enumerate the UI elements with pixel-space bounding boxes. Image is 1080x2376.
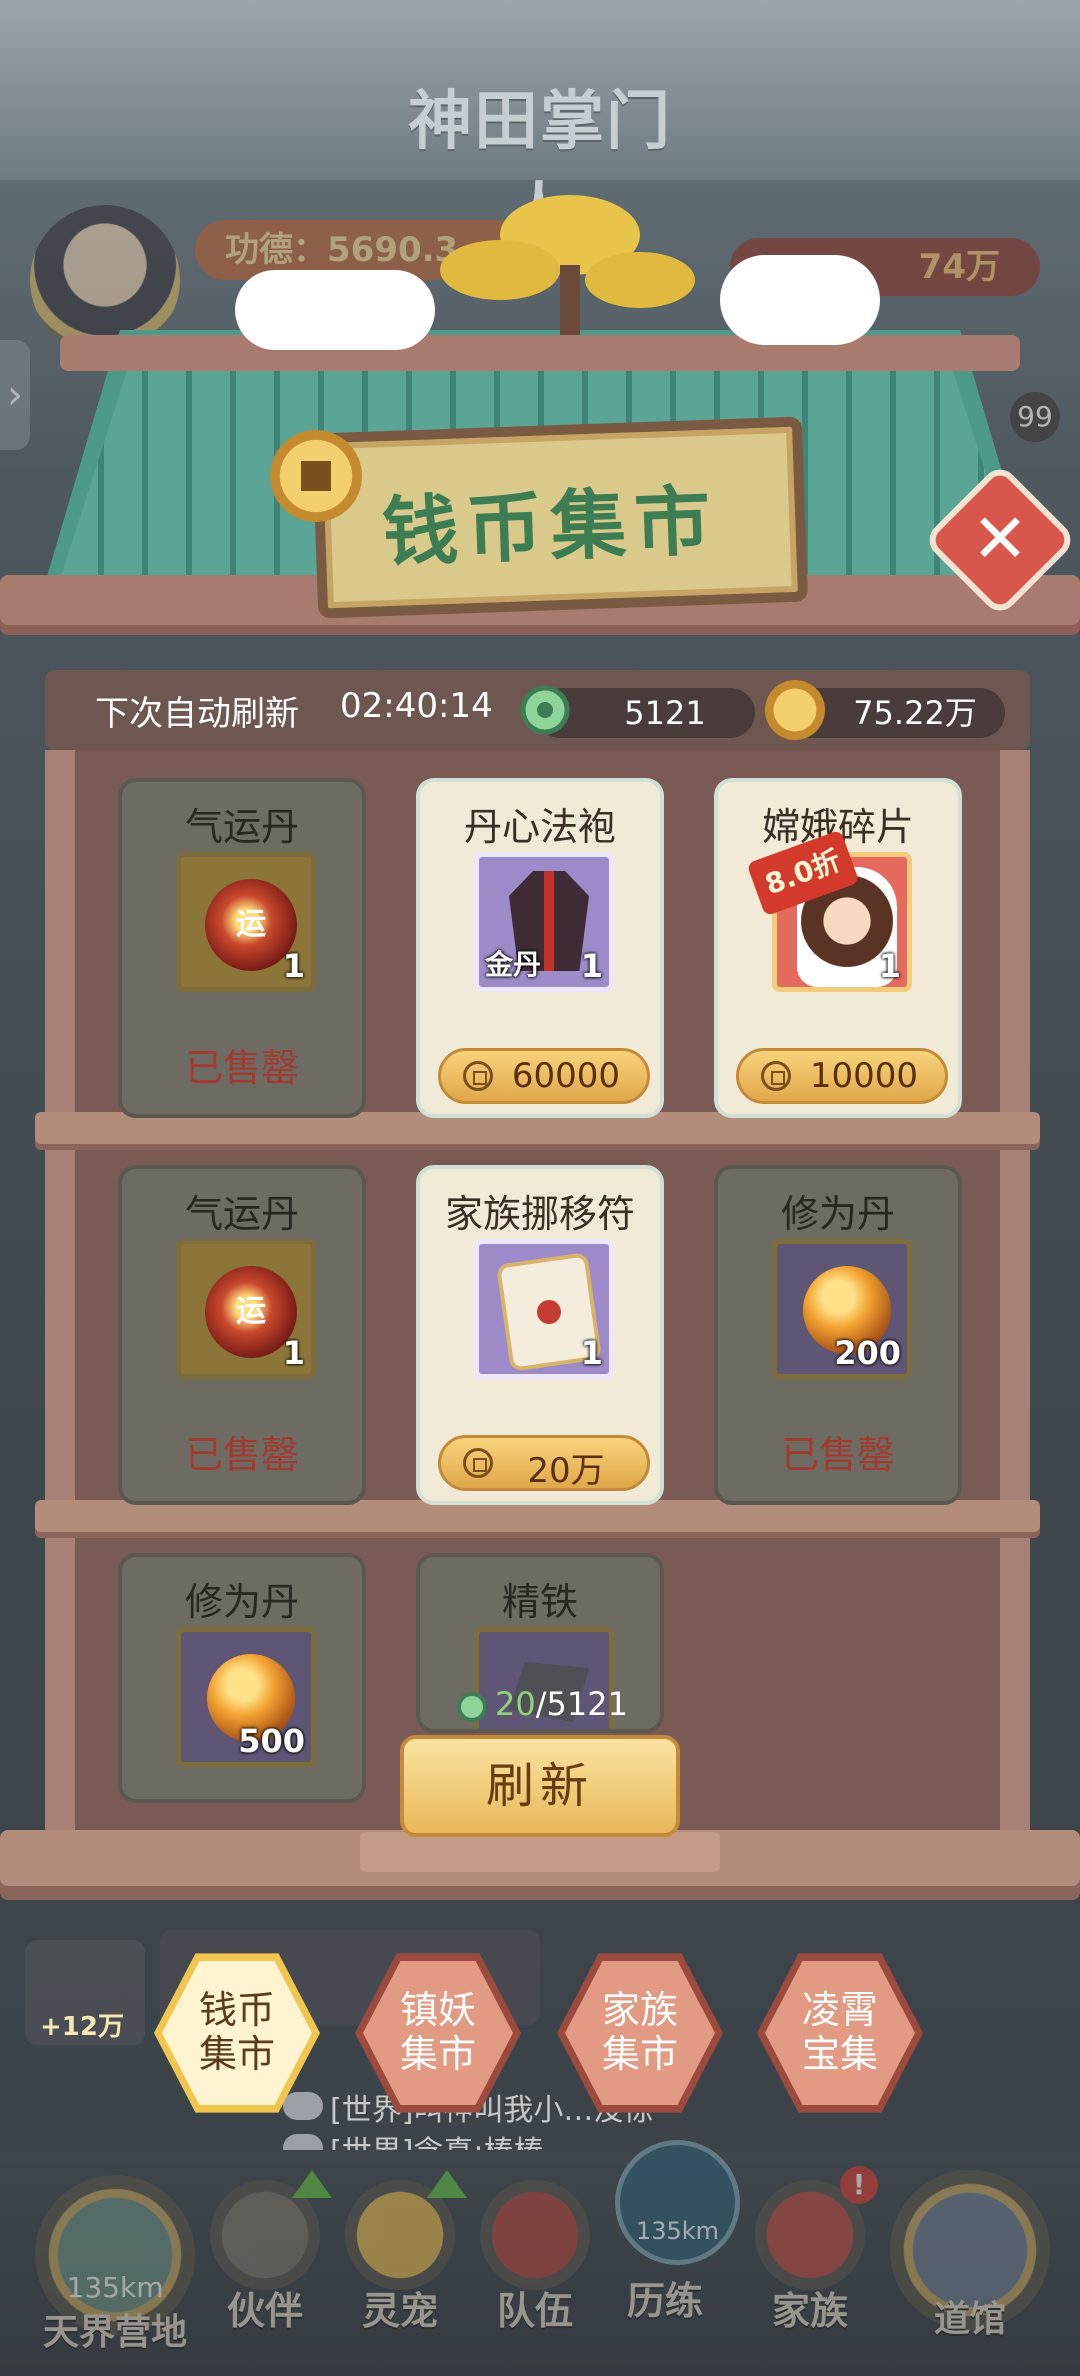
item-price: 60000 [511,1056,621,1096]
tab-label: 集市 [399,2032,476,2076]
item-name: 气运丹 [184,1192,299,1236]
item-frame: 1 8.0折 [746,829,912,992]
item-frame: 1 [474,1239,614,1379]
item-name: 精铁 [501,1580,578,1624]
item-frame: 运 1 [176,1239,316,1379]
upgrade-arrow-icon [292,2170,332,2198]
cloud-decoration [720,255,880,345]
nav-label: 天界营地 [42,2312,187,2353]
gold-amount: 75.22万 [853,694,977,732]
item-quantity: 500 [238,1722,305,1760]
coin-icon [463,1448,493,1478]
sold-out-label: 已售罄 [184,1046,299,1090]
golden-tree-icon [440,195,695,335]
nav-pet[interactable]: 灵宠 [335,2170,467,2333]
shop-item-card[interactable]: 修为丹 200 已售罄 [714,1165,962,1505]
nav-trial-center[interactable]: 135km [615,2140,740,2265]
item-quantity: 1 [282,1334,305,1372]
tab-clan-market[interactable]: 家族 集市 [557,1953,723,2113]
nav-dojo[interactable]: 道馆 [890,2170,1050,2360]
shop-item-card[interactable]: 气运丹 运 1 已售罄 [118,778,366,1118]
nav-label: 队伍 [496,2289,573,2333]
nav-label: 历练 [626,2279,703,2323]
buy-button[interactable]: 20万 [438,1435,650,1491]
nav-label: 家族 [771,2289,848,2333]
shop-title: 钱币集市 [380,476,720,577]
tab-label: 家族 [601,1988,678,2032]
cloud-decoration [235,270,435,350]
copper-coin-icon [270,430,362,522]
tab-lingxiao-market[interactable]: 凌霄 宝集 [757,1953,923,2113]
team-banner-icon [480,2180,590,2290]
reward-amount: +12万 [40,2012,124,2042]
shop-item-card[interactable]: 修为丹 500 [118,1553,366,1803]
auto-refresh-timer: 02:40:14 [340,686,493,726]
shop-item-card[interactable]: 丹心法袍 金丹 1 60000 [416,778,664,1118]
jade-amount: 5121 [624,694,706,732]
tab-label: 宝集 [801,2032,878,2076]
refresh-cost: 20/5121 [495,1685,628,1723]
item-quantity: 1 [282,947,305,985]
item-name: 气运丹 [184,805,299,849]
buy-button[interactable]: 60000 [438,1048,650,1104]
shelf-post-left [45,750,75,1840]
jade-dragon-icon [520,685,570,735]
nav-trial[interactable]: 历练 [600,2270,730,2330]
refresh-button[interactable]: 刷新 [400,1735,680,1837]
camp-distance: 135km [66,2271,164,2304]
shop-item-card[interactable]: 家族挪移符 1 20万 [416,1165,664,1505]
item-quantity: 200 [834,1334,901,1372]
nav-label: 伙伴 [226,2289,303,2333]
item-name: 家族挪移符 [444,1192,635,1236]
item-price: 20万 [527,1451,605,1491]
item-name: 丹心法袍 [463,805,616,849]
shop-item-card[interactable]: 气运丹 运 1 已售罄 [118,1165,366,1505]
refresh-cost-spent: 20 [495,1685,536,1723]
item-name: 修为丹 [184,1580,299,1624]
tab-label: 凌霄 [801,1988,878,2032]
shelf-post-right [1000,750,1030,1840]
buy-button[interactable]: 10000 [736,1048,948,1104]
sold-out-label: 已售罄 [184,1433,299,1477]
item-frame: 运 1 [176,852,316,992]
auto-refresh-label: 下次自动刷新 [95,694,299,734]
nav-clan[interactable]: ! 家族 [745,2166,878,2333]
coin-icon [463,1061,493,1091]
sold-out-label: 已售罄 [780,1433,895,1477]
nav-label: 灵宠 [361,2289,438,2333]
item-quantity: 1 [878,947,901,985]
alert-badge-icon: ! [840,2166,878,2204]
tab-demon-market[interactable]: 镇妖 集市 [355,1953,521,2113]
button-pedestal [360,1832,720,1872]
refresh-cost-total: /5121 [535,1685,628,1723]
nav-partner[interactable]: 伙伴 [200,2170,332,2333]
nav-team[interactable]: 队伍 [470,2180,600,2333]
item-frame: 500 [176,1627,316,1767]
close-icon[interactable]: ✕ [965,505,1035,575]
item-frame: 200 [772,1239,912,1379]
coin-icon [761,1061,791,1091]
item-tag: 金丹 [485,948,542,981]
side-badge: 99 [1010,392,1060,442]
jade-dragon-icon [457,1692,487,1722]
tab-coin-market[interactable]: 钱币 集市 [154,1953,320,2113]
gold-coin-icon [765,680,825,740]
nav-label: 道馆 [933,2299,1006,2340]
side-expand-arrow-icon: › [0,340,30,450]
tab-label: 集市 [601,2032,678,2076]
shop-item-card[interactable]: 嫦娥碎片 1 8.0折 10000 [714,778,962,1118]
tab-label: 集市 [198,2032,275,2076]
item-name: 修为丹 [780,1192,895,1236]
roof-ridge [60,335,1020,371]
item-price: 10000 [809,1056,919,1096]
upgrade-arrow-icon [427,2170,467,2198]
item-quantity: 1 [580,1334,603,1372]
nav-celestial-camp[interactable]: 135km 天界营地 [35,2175,195,2355]
tab-label: 钱币 [198,1988,275,2032]
item-quantity: 1 [580,947,603,985]
item-frame: 金丹 1 [474,852,614,992]
trial-distance: 135km [635,2217,720,2245]
tab-label: 镇妖 [399,1988,476,2032]
